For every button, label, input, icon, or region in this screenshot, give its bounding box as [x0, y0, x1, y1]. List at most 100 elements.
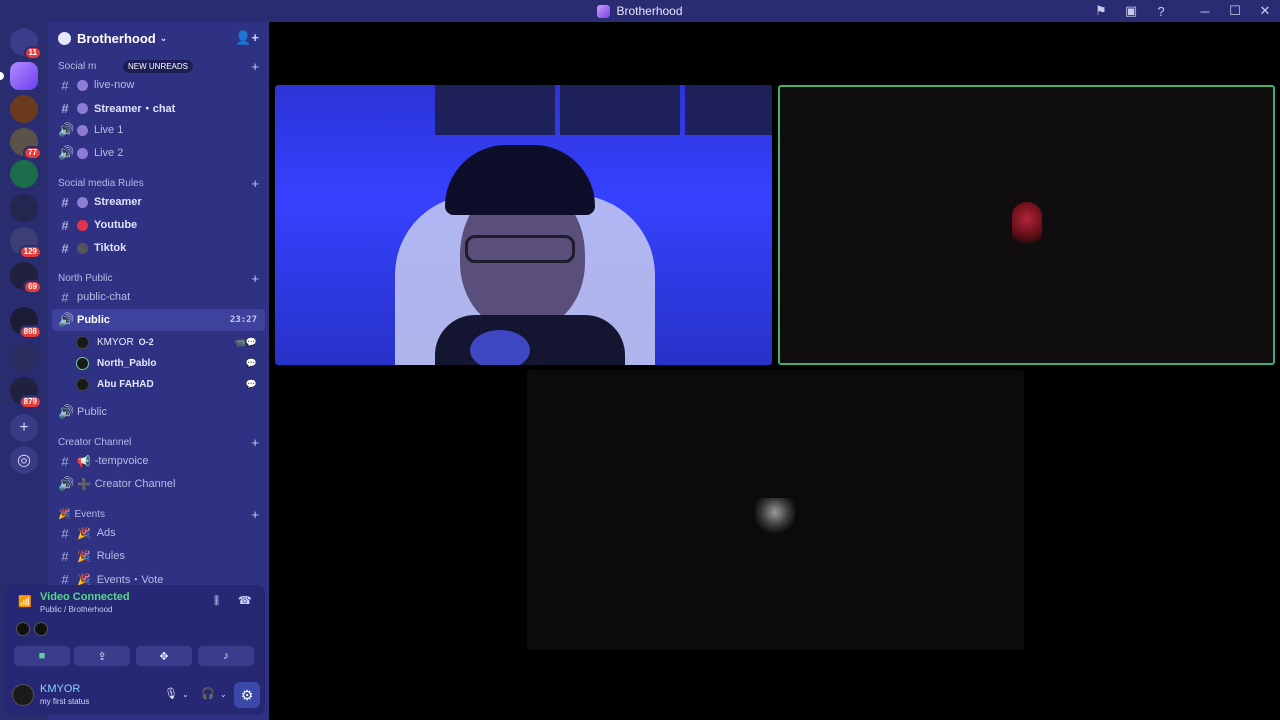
- plus-icon[interactable]: +: [251, 59, 259, 74]
- category-social-rules[interactable]: Social media Rules +: [48, 174, 269, 192]
- shirt: [435, 315, 625, 365]
- headphones-icon[interactable]: 🎧: [201, 687, 215, 700]
- server-icon[interactable]: 77: [10, 128, 42, 160]
- activities-button[interactable]: ✥: [136, 646, 192, 666]
- help-icon[interactable]: ?: [1146, 0, 1176, 22]
- screenshare-button[interactable]: ⇪: [74, 646, 130, 666]
- channel-public-chat[interactable]: # public-chat: [52, 286, 265, 308]
- chevron-down-icon: ⌄: [159, 32, 168, 43]
- server-folder[interactable]: 898: [10, 307, 42, 339]
- channel-rules[interactable]: # 🎉 Rules: [52, 545, 265, 567]
- add-member-icon[interactable]: 👤+: [235, 30, 259, 46]
- avatar[interactable]: [12, 684, 34, 706]
- badge: 879: [18, 395, 42, 409]
- category-events[interactable]: 🎉 Events +: [48, 505, 269, 523]
- camera-icon: 📹💬: [234, 336, 257, 347]
- soundwave-icon[interactable]: ⫼: [214, 595, 219, 608]
- channel-tempvoice[interactable]: # 📢 -tempvoice: [52, 450, 265, 472]
- chevron-down-icon[interactable]: ⌄: [220, 690, 227, 699]
- discover-icon[interactable]: ◎: [10, 446, 38, 474]
- direct-messages-icon[interactable]: 11: [10, 28, 42, 60]
- channel-label: Youtube: [94, 219, 138, 231]
- user-name: North_Pablo: [97, 357, 157, 369]
- screen-icon[interactable]: ▣: [1116, 0, 1146, 22]
- new-unreads-pill[interactable]: NEW UNREADS: [123, 60, 194, 73]
- mic-icon[interactable]: 🎙: [164, 687, 178, 700]
- server-folder[interactable]: 129: [10, 227, 42, 259]
- channel-streamer[interactable]: # Streamer: [52, 191, 265, 213]
- channel-live-now[interactable]: # live-now: [52, 74, 265, 96]
- video-tile-kmyor[interactable]: [275, 85, 772, 365]
- channel-streamer-chat[interactable]: # Streamer・chat: [52, 97, 265, 119]
- channel-tiktok[interactable]: # Tiktok: [52, 237, 265, 259]
- badge: 77: [23, 146, 42, 160]
- inbox-icon[interactable]: ⚑: [1086, 0, 1116, 22]
- soundboard-button[interactable]: ♪: [198, 646, 254, 666]
- channel-youtube[interactable]: # Youtube: [52, 214, 265, 236]
- guild-icon: [58, 31, 71, 45]
- camera-button[interactable]: ■: [14, 646, 70, 666]
- server-folder[interactable]: [10, 194, 38, 222]
- emoji-icon: [77, 79, 88, 91]
- app-icon: [597, 4, 611, 18]
- voice-user-north-pablo[interactable]: North_Pablo 💬: [76, 353, 261, 373]
- server-folder[interactable]: 879: [10, 377, 42, 409]
- category-creator[interactable]: Creator Channel +: [48, 433, 269, 451]
- channel-live-2[interactable]: 🔊 Live 2: [52, 142, 265, 164]
- chevron-down-icon[interactable]: ⌄: [182, 690, 189, 699]
- new-unreads-label: NEW UNREADS: [128, 62, 189, 71]
- category-label: Social media Rules: [58, 177, 144, 189]
- server-brotherhood[interactable]: [0, 62, 38, 90]
- soundboard-icon: ♪: [223, 650, 229, 662]
- maximize-icon[interactable]: ☐: [1220, 0, 1250, 22]
- voice-user-kmyor[interactable]: KMYOR O-2 📹💬: [76, 332, 261, 352]
- close-icon[interactable]: ✕: [1250, 0, 1280, 22]
- video-tile-abu-fahad[interactable]: [527, 370, 1024, 650]
- channel-public-voice[interactable]: 🔊 Public 23:27: [52, 309, 265, 331]
- video-tile-north-pablo[interactable]: [778, 85, 1275, 365]
- user-name: KMYOR: [97, 336, 134, 348]
- speaker-icon: 🔊: [58, 476, 75, 491]
- plus-icon[interactable]: +: [251, 271, 259, 286]
- account-name[interactable]: KMYOR: [40, 683, 80, 695]
- channel-public-2[interactable]: 🔊 Public: [52, 401, 265, 423]
- channel-label: Rules: [96, 550, 125, 562]
- channel-ads[interactable]: # 🎉 Ads: [52, 522, 265, 544]
- party-icon: 🎉: [77, 527, 91, 540]
- chat-icon: 💬: [245, 378, 257, 389]
- voice-status[interactable]: Video Connected: [40, 591, 130, 603]
- party-icon: 🎉: [58, 508, 71, 520]
- voice-location[interactable]: Public / Brotherhood: [40, 605, 113, 614]
- channel-label: Ads: [96, 527, 116, 539]
- add-server-icon[interactable]: +: [10, 414, 38, 442]
- avatar: [34, 622, 48, 636]
- minimize-icon[interactable]: ─: [1190, 0, 1220, 22]
- server-folder[interactable]: [10, 344, 38, 372]
- cap: [445, 145, 595, 215]
- wall-poster: [685, 85, 772, 135]
- hashtag-icon: #: [61, 289, 69, 305]
- activities-icon: ✥: [159, 650, 169, 663]
- channel-live-1[interactable]: 🔊 Live 1: [52, 119, 265, 141]
- server-icon[interactable]: [10, 95, 38, 123]
- hangup-icon[interactable]: ☎: [238, 594, 252, 607]
- server-icon[interactable]: [10, 160, 38, 188]
- server-folder[interactable]: 69: [10, 262, 42, 294]
- plus-icon: ➕: [77, 478, 91, 491]
- signal-icon[interactable]: 📶: [18, 595, 32, 608]
- plus-icon[interactable]: +: [251, 176, 259, 191]
- category-north-public[interactable]: North Public +: [48, 269, 269, 287]
- gear-icon[interactable]: ⚙: [234, 682, 260, 708]
- channel-label: Public: [77, 406, 107, 418]
- voice-user-abu-fahad[interactable]: Abu FAHAD 💬: [76, 374, 261, 394]
- speaker-icon: 🔊: [58, 122, 75, 137]
- glasses: [465, 235, 575, 263]
- guild-header[interactable]: Brotherhood ⌄ 👤+: [48, 22, 269, 54]
- channel-label: Public: [77, 314, 111, 326]
- plus-icon[interactable]: +: [251, 435, 259, 450]
- category-label: Events: [74, 508, 106, 520]
- plus-icon[interactable]: +: [251, 507, 259, 522]
- hashtag-icon: #: [61, 77, 69, 93]
- channel-creator[interactable]: 🔊 ➕ Creator Channel: [52, 473, 265, 495]
- badge: 129: [18, 245, 42, 259]
